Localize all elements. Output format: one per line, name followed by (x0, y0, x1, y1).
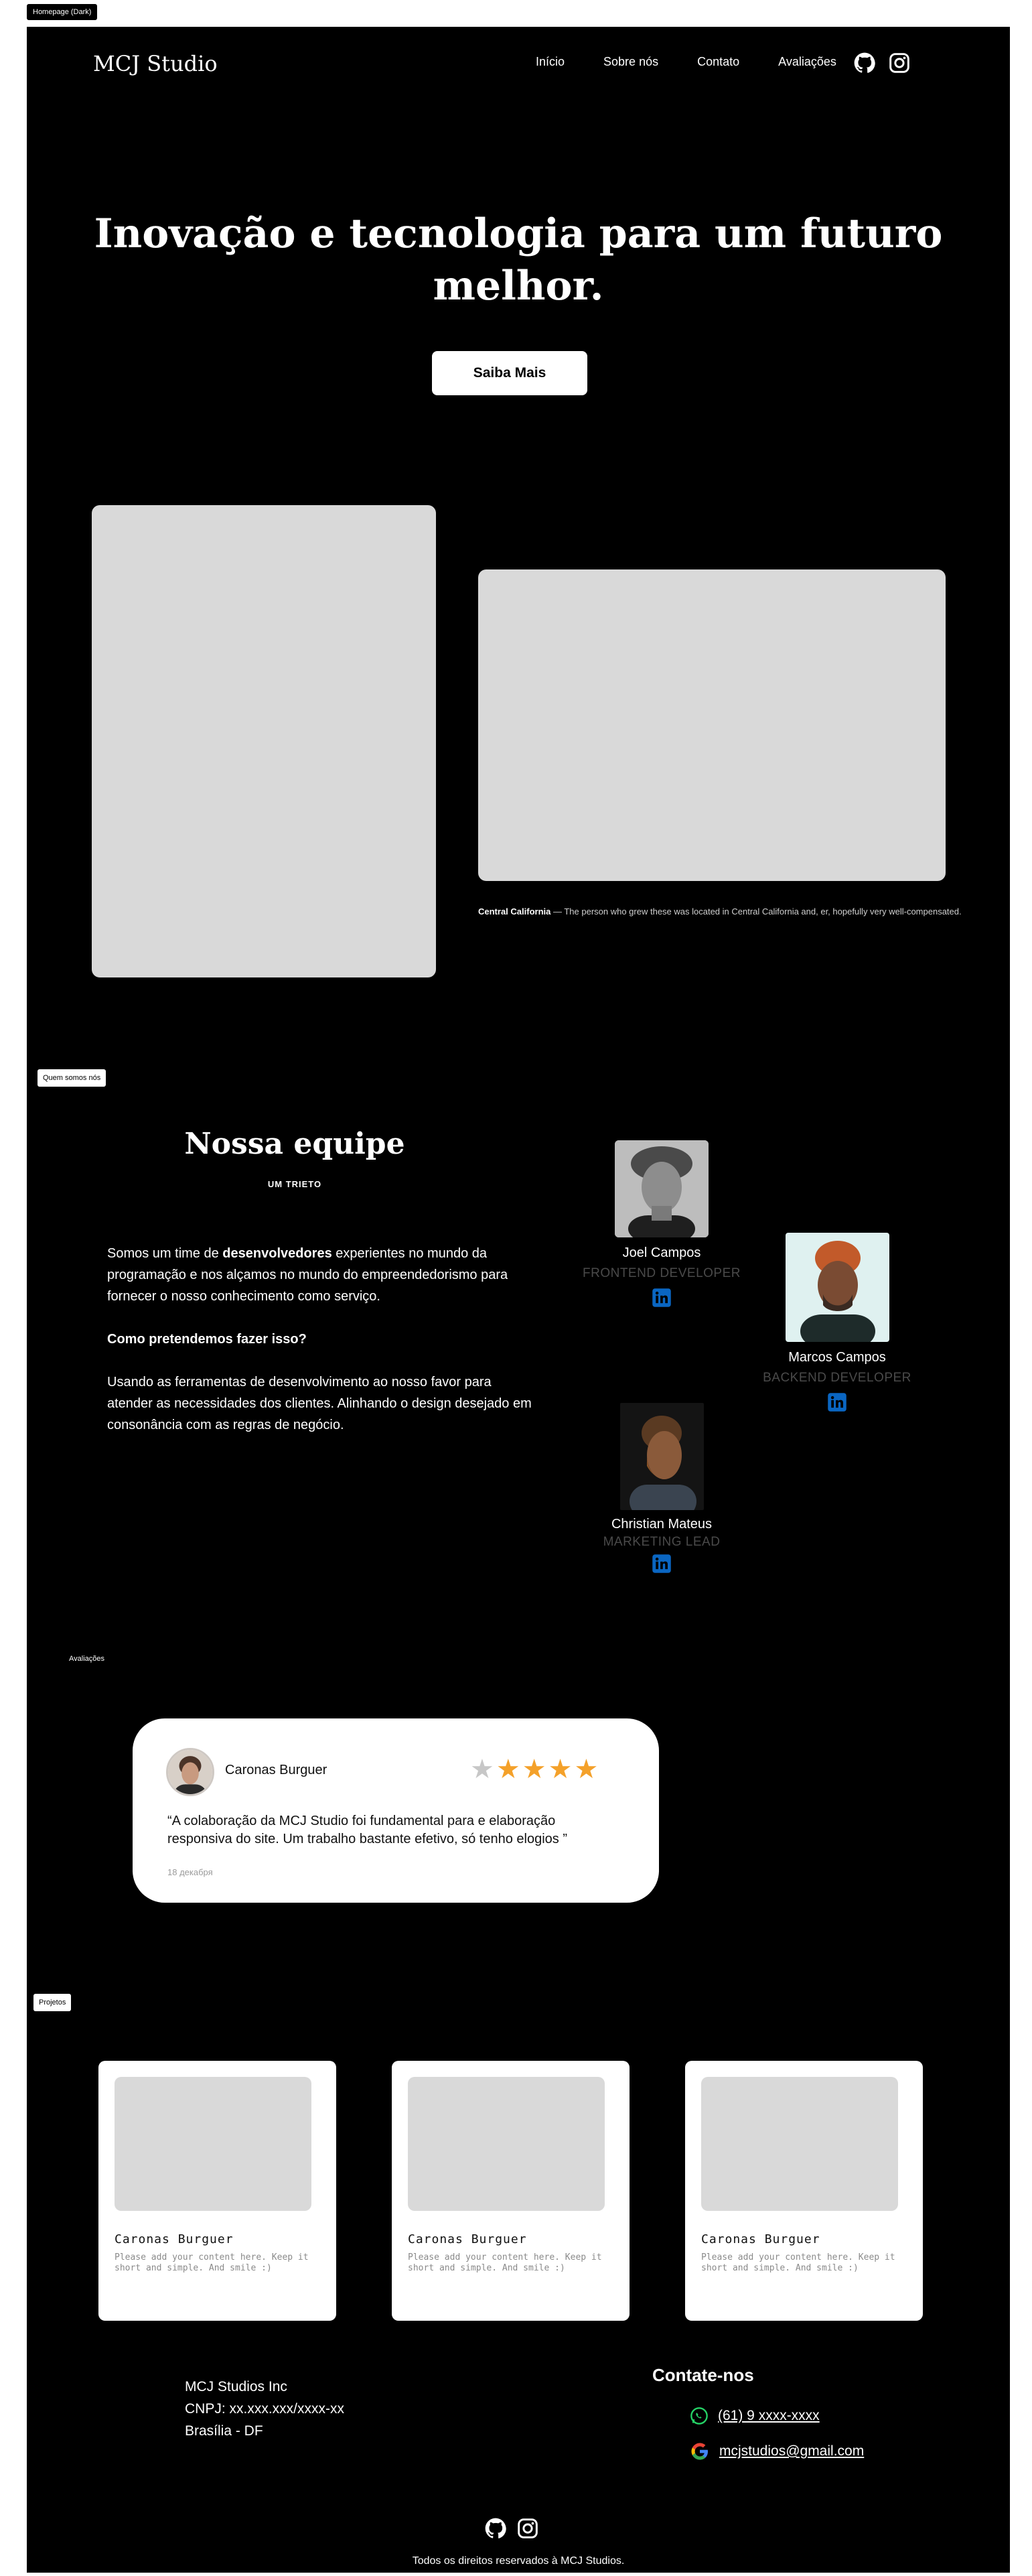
review-card: Caronas Burguer ★ ★ ★ ★ ★ “A colaboração… (133, 1718, 659, 1903)
image-caption: Central California — The person who grew… (478, 904, 967, 919)
team-description: Somos um time de desenvolvedores experie… (107, 1243, 536, 1457)
star-rating: ★ ★ ★ ★ ★ (470, 1756, 598, 1783)
homepage: MCJ Studio Início Sobre nós Contato Aval… (27, 27, 1010, 2573)
header-social-icons (854, 52, 910, 74)
main-nav: Início Sobre nós Contato Avaliações (536, 55, 836, 69)
copyright: Todos os direitos reservados à MCJ Studi… (412, 2555, 625, 2567)
hero-image-placeholder-right (478, 569, 946, 881)
instagram-icon[interactable] (889, 52, 910, 74)
project-description: Please add your content here. Keep it sh… (115, 2252, 309, 2273)
contact-phone[interactable]: (61) 9 xxxx-xxxx (690, 2406, 820, 2425)
linkedin-icon[interactable] (652, 1554, 672, 1574)
linkedin-icon[interactable] (652, 1288, 672, 1308)
nav-avaliacoes[interactable]: Avaliações (778, 55, 836, 69)
contact-title: Contate-nos (652, 2365, 754, 2385)
company-cnpj: CNPJ: xx.xxx.xxx/xxxx-xx (185, 2401, 345, 2417)
section-tag-quem-somos: Quem somos nós (38, 1069, 106, 1087)
project-description: Please add your content here. Keep it sh… (408, 2252, 602, 2273)
nav-sobre-nos[interactable]: Sobre nós (603, 55, 658, 69)
company-city: Brasília - DF (185, 2423, 263, 2439)
whatsapp-icon (690, 2407, 708, 2425)
p1-start: Somos um time de (107, 1246, 223, 1261)
team-paragraph-2: Usando as ferramentas de desenvolvimento… (107, 1375, 532, 1432)
phone-link[interactable]: (61) 9 xxxx-xxxx (718, 2408, 820, 2424)
nav-inicio[interactable]: Início (536, 55, 565, 69)
hero-title-line-2: melhor. (433, 263, 604, 310)
caption-bold: Central California (478, 906, 551, 917)
frame-label: Homepage (Dark) (27, 4, 98, 20)
avatar (619, 1403, 704, 1510)
star-filled-icon: ★ (574, 1755, 599, 1784)
team-member-christian: Christian Mateus MARKETING LEAD (581, 1403, 742, 1574)
star-empty-icon: ★ (470, 1755, 494, 1784)
review-date: 18 декабря (167, 1867, 213, 1877)
p1-bold: desenvolvedores (222, 1246, 332, 1261)
hero-image-placeholder-left (92, 505, 436, 977)
member-name: Joel Campos (622, 1245, 701, 1260)
team-paragraph-1: Somos um time de desenvolvedores experie… (107, 1243, 536, 1307)
team-subtitle: UM TRIETO (267, 1179, 322, 1189)
member-role: BACKEND DEVELOPER (763, 1371, 911, 1385)
hero-title-line-1: Inovação e tecnologia para um futuro (94, 210, 943, 257)
project-title: Caronas Burguer (115, 2232, 234, 2246)
linkedin-icon[interactable] (827, 1392, 847, 1412)
logo[interactable]: MCJ Studio (93, 51, 218, 76)
star-filled-icon: ★ (548, 1755, 573, 1784)
project-title: Caronas Burguer (701, 2232, 820, 2246)
review-text: “A colaboração da MCJ Studio foi fundame… (167, 1814, 568, 1846)
project-card[interactable]: Caronas Burguer Please add your content … (392, 2061, 630, 2321)
project-image-placeholder (408, 2077, 605, 2211)
star-filled-icon: ★ (496, 1755, 520, 1784)
company-info: MCJ Studios Inc CNPJ: xx.xxx.xxx/xxxx-xx… (185, 2376, 344, 2442)
project-image-placeholder (701, 2077, 898, 2211)
github-icon[interactable] (854, 52, 875, 74)
email-link[interactable]: mcjstudios@gmail.com (719, 2443, 864, 2459)
member-name: Marcos Campos (788, 1350, 886, 1365)
project-description: Please add your content here. Keep it sh… (701, 2252, 895, 2273)
reviewer-name: Caronas Burguer (225, 1763, 327, 1777)
footer-social-icons (485, 2518, 538, 2539)
team-member-marcos: Marcos Campos BACKEND DEVELOPER (757, 1233, 917, 1412)
section-tag-projetos: Projetos (33, 1994, 72, 2011)
google-icon (691, 2443, 708, 2460)
team-title: Nossa equipe (184, 1127, 405, 1161)
team-member-joel: Joel Campos FRONTEND DEVELOPER (581, 1140, 742, 1308)
avatar (785, 1233, 889, 1342)
avatar (615, 1140, 709, 1237)
project-title: Caronas Burguer (408, 2232, 527, 2246)
company-name: MCJ Studios Inc (185, 2379, 287, 2394)
contact-email[interactable]: mcjstudios@gmail.com (690, 2441, 864, 2461)
project-card[interactable]: Caronas Burguer Please add your content … (685, 2061, 923, 2321)
saiba-mais-button[interactable]: Saiba Mais (432, 351, 587, 395)
nav-contato[interactable]: Contato (697, 55, 739, 69)
github-icon[interactable] (485, 2518, 506, 2539)
star-filled-icon: ★ (522, 1755, 546, 1784)
member-role: MARKETING LEAD (603, 1535, 721, 1549)
instagram-icon[interactable] (517, 2518, 538, 2539)
team-question-text: Como pretendemos fazer isso? (107, 1332, 307, 1347)
project-image-placeholder (115, 2077, 311, 2211)
hero-title: Inovação e tecnologia para um futuro mel… (27, 208, 1010, 312)
team-question: Como pretendemos fazer isso? (107, 1329, 536, 1350)
avatar (166, 1748, 214, 1796)
caption-text: — The person who grew these was located … (550, 906, 962, 917)
project-card[interactable]: Caronas Burguer Please add your content … (98, 2061, 336, 2321)
member-name: Christian Mateus (611, 1517, 713, 1532)
member-role: FRONTEND DEVELOPER (583, 1266, 741, 1280)
section-tag-avaliacoes: Avaliações (69, 1655, 104, 1663)
